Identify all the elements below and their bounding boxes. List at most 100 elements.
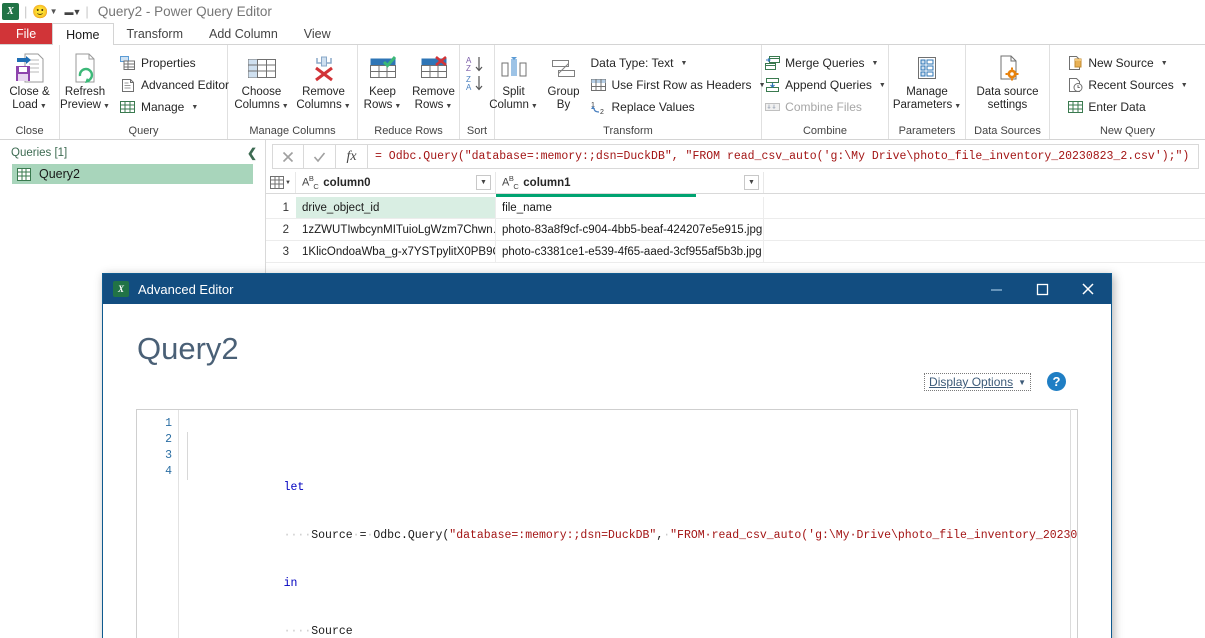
formula-accept-button[interactable] <box>304 144 336 169</box>
new-source-button[interactable]: New Source ▼ <box>1063 52 1191 74</box>
merge-queries-button[interactable]: Merge Queries ▼ <box>760 52 890 74</box>
cell-column1[interactable]: photo-83a8f9cf-c904-4bb5-beaf-424207e5e9… <box>496 219 764 240</box>
select-all-columns-button[interactable]: ▼ <box>266 172 296 193</box>
code-editor[interactable]: 1 2 3 4 let ····Source·=·Odbc.Query("dat… <box>136 409 1078 638</box>
properties-icon <box>120 55 136 71</box>
code-text-area[interactable]: let ····Source·=·Odbc.Query("database=:m… <box>179 410 1077 638</box>
close-and-load-icon <box>15 51 45 85</box>
split-column-button[interactable]: Split Column ▼ <box>487 49 541 113</box>
enter-data-button[interactable]: Enter Data <box>1063 96 1191 118</box>
table-icon <box>17 167 31 181</box>
group-label-close: Close <box>15 125 44 137</box>
minimize-button[interactable] <box>973 274 1019 304</box>
chevron-down-icon[interactable]: ▼ <box>445 103 452 110</box>
data-type-button[interactable]: Data Type: Text ▼ <box>587 52 770 74</box>
cell-column0[interactable]: drive_object_id <box>296 197 496 218</box>
ribbon-group-combine: Merge Queries ▼ Append Queries ▼ Combine… <box>762 45 889 139</box>
table-row[interactable]: 2 1zZWUTIwbcynMITuioLgWzm7Chwn… photo-83… <box>266 219 1205 241</box>
code-segment: Odbc.Query( <box>373 529 450 542</box>
remove-rows-button[interactable]: Remove Rows ▼ <box>408 49 460 113</box>
chevron-down-icon[interactable]: ▼ <box>1018 378 1026 387</box>
properties-button[interactable]: Properties <box>116 52 233 74</box>
chevron-down-icon[interactable]: ▼ <box>282 103 289 110</box>
remove-columns-icon <box>307 51 341 85</box>
chevron-down-icon[interactable]: ▼ <box>344 103 351 110</box>
manage-button[interactable]: Manage ▼ <box>116 96 233 118</box>
cell-column1[interactable]: photo-c3381ce1-e539-4f65-aaed-3cf955af5b… <box>496 241 764 262</box>
chevron-down-icon[interactable]: ▼ <box>531 103 538 110</box>
choose-columns-button[interactable]: Choose Columns ▼ <box>231 49 293 113</box>
remove-columns-button[interactable]: Remove Columns ▼ <box>293 49 355 113</box>
smiley-caret-icon[interactable]: ▼ <box>50 7 58 16</box>
append-queries-label: Append Queries <box>785 78 872 92</box>
advanced-editor-label: Advanced Editor <box>140 78 230 92</box>
chevron-down-icon[interactable]: ▼ <box>872 60 879 67</box>
query-list-item-query2[interactable]: Query2 <box>12 164 253 184</box>
choose-columns-icon <box>245 51 279 85</box>
chevron-down-icon[interactable]: ▼ <box>103 103 110 110</box>
tab-add-column[interactable]: Add Column <box>196 23 291 44</box>
advanced-editor-button[interactable]: Advanced Editor <box>116 74 233 96</box>
new-query-small-buttons: New Source ▼ Recent Sources ▼ Enter Data <box>1063 49 1191 118</box>
data-preview-grid: ▼ ABC column0 ▼ ABC column1 ▼ 1 drive_ob… <box>266 172 1205 263</box>
chevron-down-icon[interactable]: ▼ <box>1161 60 1168 67</box>
chevron-down-icon[interactable]: ▼ <box>40 103 47 110</box>
fx-icon[interactable]: fx <box>336 144 368 169</box>
group-label-combine: Combine <box>802 125 848 137</box>
line-number-gutter: 1 2 3 4 <box>137 410 179 638</box>
combine-files-button[interactable]: Combine Files <box>760 96 890 118</box>
code-line-3: in <box>187 560 1077 590</box>
chevron-down-icon[interactable]: ▼ <box>394 103 401 110</box>
cell-column1[interactable]: file_name <box>496 197 764 218</box>
filter-dropdown-icon[interactable]: ▼ <box>476 175 491 190</box>
chevron-down-icon[interactable]: ▼ <box>1181 82 1188 89</box>
smiley-icon[interactable]: 🙂 <box>32 5 48 18</box>
query-list-item-label: Query2 <box>39 167 80 181</box>
cell-column0[interactable]: 1zZWUTIwbcynMITuioLgWzm7Chwn… <box>296 219 496 240</box>
display-options-button[interactable]: Display Options ▼ <box>924 373 1031 391</box>
keep-rows-button[interactable]: Keep Rows ▼ <box>358 49 408 113</box>
data-source-settings-button[interactable]: Data source settings <box>968 49 1048 111</box>
chevron-left-icon[interactable]: ❮ <box>247 146 257 160</box>
formula-cancel-button[interactable] <box>272 144 304 169</box>
replace-values-button[interactable]: 1 2 Replace Values <box>587 96 770 118</box>
chevron-down-icon[interactable]: ▼ <box>191 104 198 111</box>
grid-column-header-1[interactable]: ABC column1 ▼ <box>496 172 764 193</box>
recent-sources-icon <box>1067 77 1083 93</box>
tab-file[interactable]: File <box>0 23 53 44</box>
replace-values-icon: 1 2 <box>590 99 607 115</box>
recent-sources-button[interactable]: Recent Sources ▼ <box>1063 74 1191 96</box>
use-first-row-as-headers-button[interactable]: Use First Row as Headers ▼ <box>587 74 770 96</box>
table-row[interactable]: 3 1KlicOndoaWba_g-x7YSTpylitX0PB9Qb phot… <box>266 241 1205 263</box>
filter-dropdown-icon[interactable]: ▼ <box>744 175 759 190</box>
manage-label: Manage <box>140 100 185 114</box>
cell-column0[interactable]: 1KlicOndoaWba_g-x7YSTpylitX0PB9Qb <box>296 241 496 262</box>
tab-home[interactable]: Home <box>52 23 114 45</box>
maximize-button[interactable] <box>1019 274 1065 304</box>
svg-text:Z: Z <box>466 64 471 73</box>
recent-sources-label: Recent Sources <box>1088 78 1174 92</box>
quick-access-overflow-icon[interactable]: ▬▼ <box>65 7 82 17</box>
title-bar: X | 🙂 ▼ ▬▼ | Query2 - Power Query Editor <box>0 0 1205 23</box>
code-segment: Source <box>311 529 353 542</box>
code-line-2: ····Source·=·Odbc.Query("database=:memor… <box>187 512 1077 542</box>
close-button[interactable] <box>1065 274 1111 304</box>
grid-column-header-0[interactable]: ABC column0 ▼ <box>296 172 496 193</box>
help-icon[interactable]: ? <box>1047 372 1066 391</box>
manage-parameters-button[interactable]: Manage Parameters ▼ <box>891 49 963 113</box>
group-by-button[interactable]: Group By <box>541 49 587 111</box>
keep-rows-icon <box>367 51 399 85</box>
chevron-down-icon[interactable]: ▼ <box>285 180 291 186</box>
chevron-down-icon[interactable]: ▼ <box>680 60 687 67</box>
tab-view[interactable]: View <box>291 23 344 44</box>
data-type-label: Data Type: Text <box>590 56 674 70</box>
table-row[interactable]: 1 drive_object_id file_name <box>266 197 1205 219</box>
svg-text:A: A <box>466 83 472 92</box>
tab-transform[interactable]: Transform <box>114 23 197 44</box>
refresh-preview-button[interactable]: Refresh Preview ▼ <box>54 49 116 113</box>
advanced-editor-dialog: X Advanced Editor Query2 Display Options <box>102 273 1112 638</box>
formula-input[interactable]: = Odbc.Query("database=:memory:;dsn=Duck… <box>368 144 1199 169</box>
row-number: 2 <box>266 219 296 240</box>
chevron-down-icon[interactable]: ▼ <box>954 103 961 110</box>
append-queries-button[interactable]: Append Queries ▼ <box>760 74 890 96</box>
